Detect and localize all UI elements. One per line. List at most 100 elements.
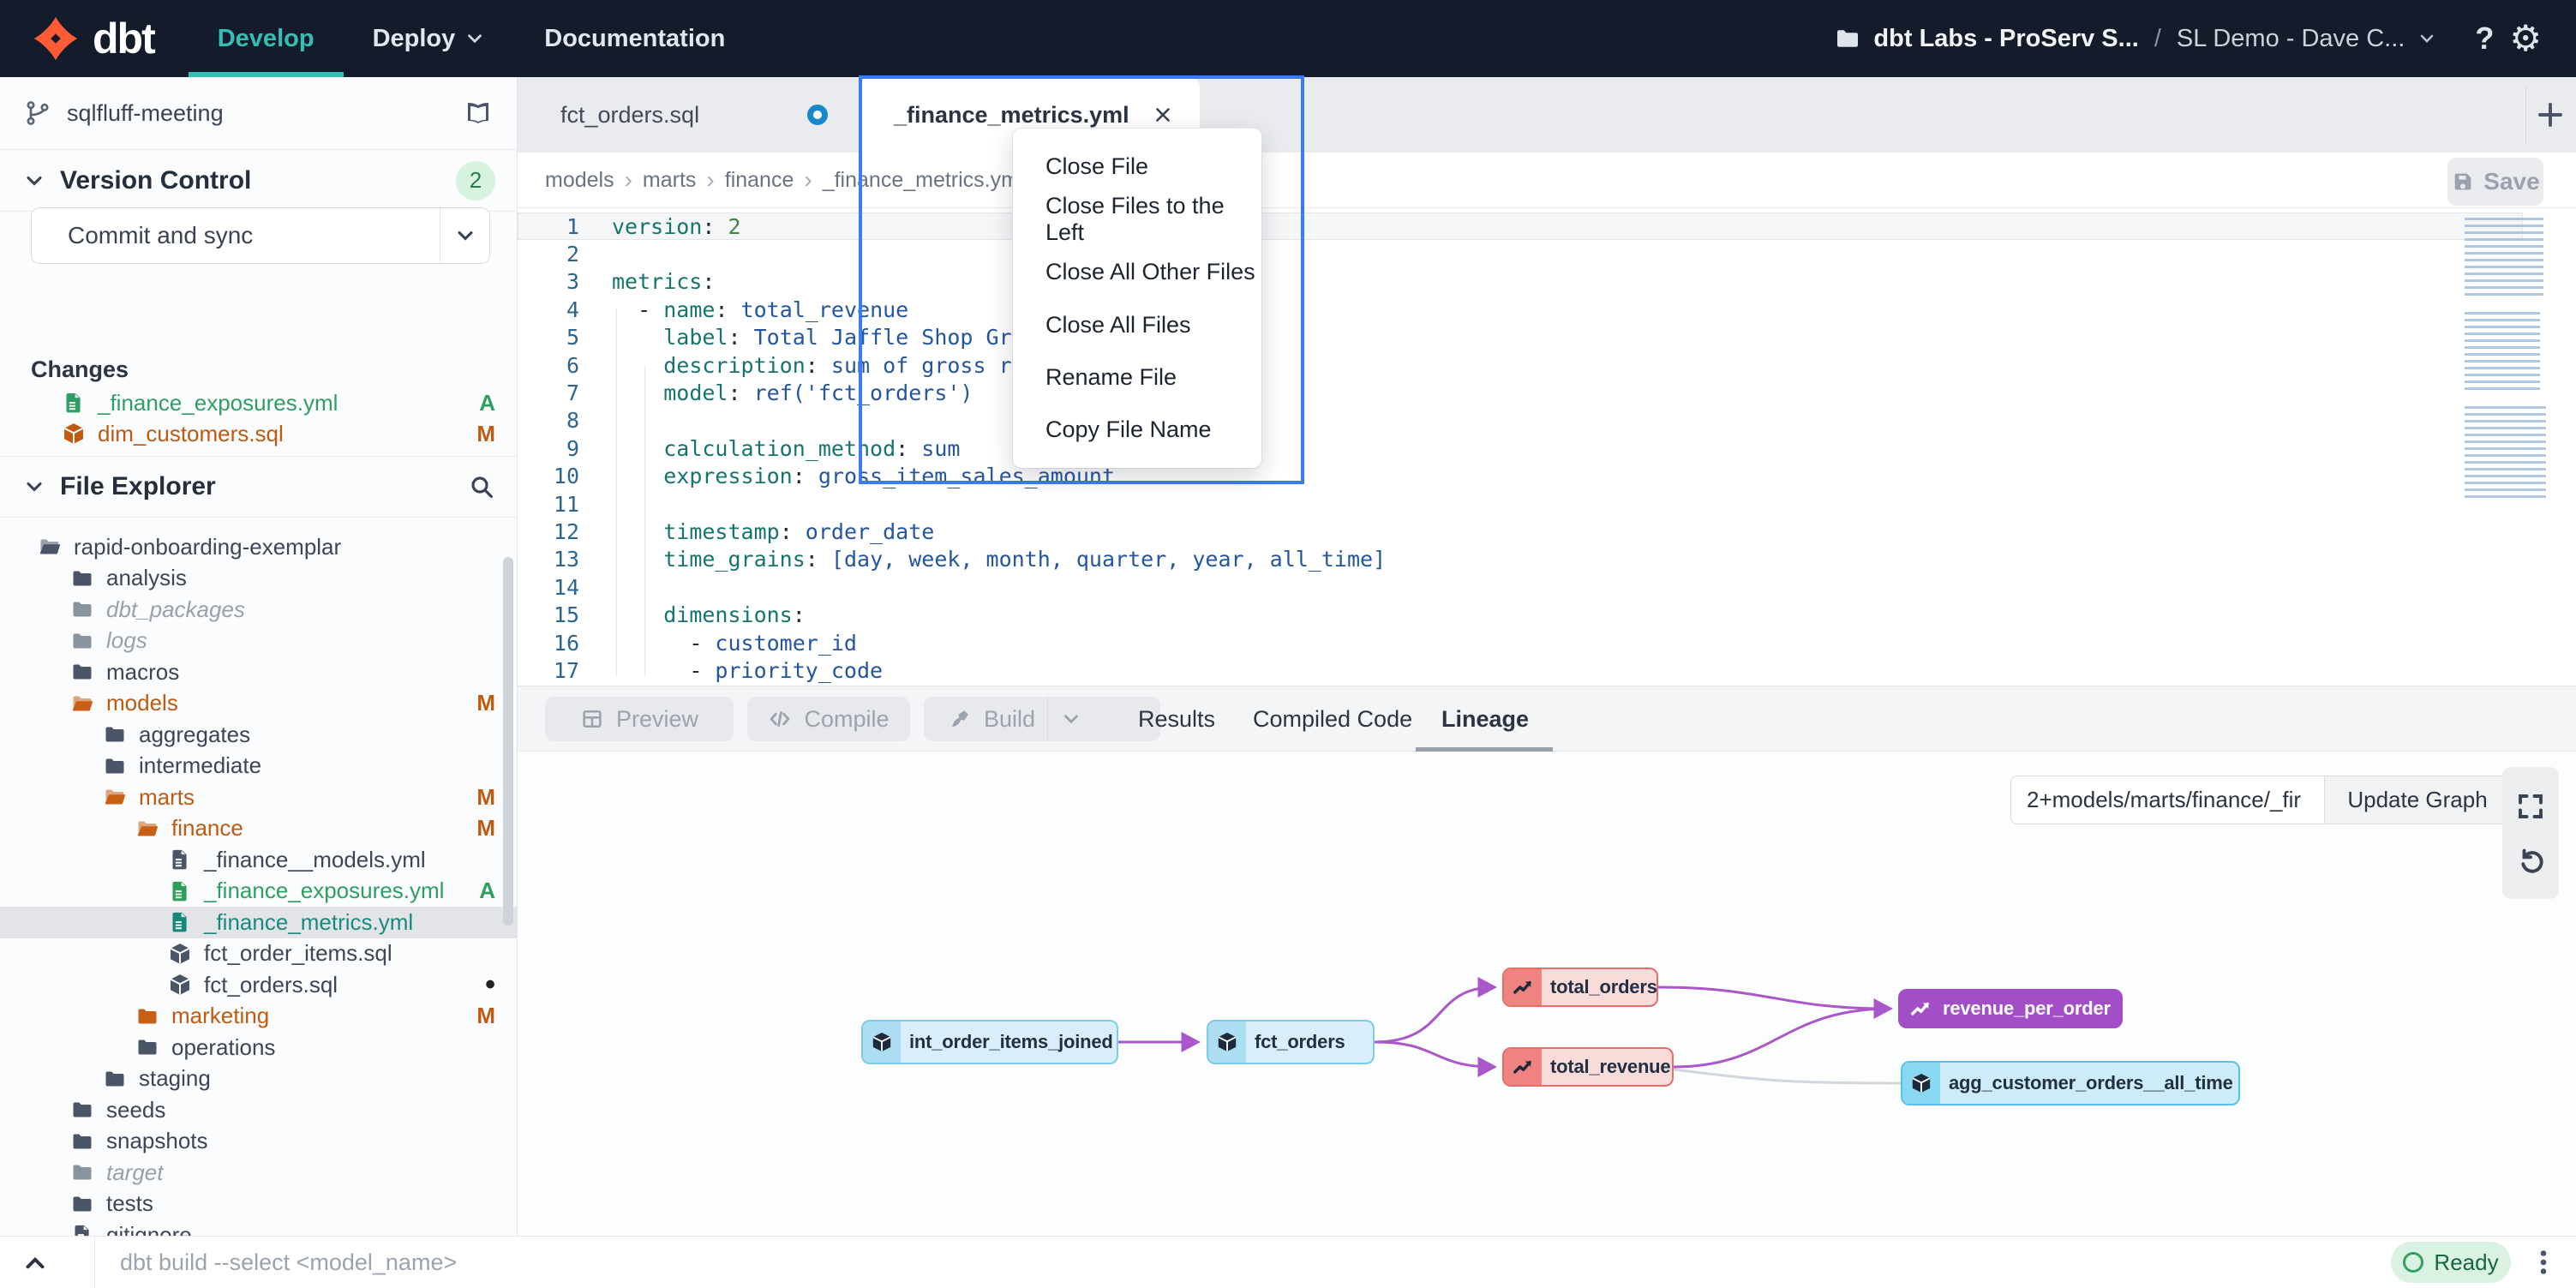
file-explorer-header[interactable]: File Explorer xyxy=(0,456,518,518)
change-row-finance-exposures-yml[interactable]: _finance_exposures.yml A xyxy=(0,387,518,418)
commit-options-caret[interactable] xyxy=(440,208,489,263)
breadcrumb-item[interactable]: marts xyxy=(643,168,697,193)
tree-item-finance-exposures-yml[interactable]: _finance_exposures.ymlA xyxy=(0,876,518,908)
code-line[interactable]: 16 - customer_id xyxy=(518,629,2576,656)
change-row-dim-customers-sql[interactable]: dim_customers.sql M xyxy=(0,418,518,449)
tree-item-marketing[interactable]: marketingM xyxy=(0,1001,518,1033)
nav-item-documentation[interactable]: Documentation xyxy=(515,0,754,77)
editor-panel: models› marts› finance› _finance_metrics… xyxy=(518,153,2576,686)
tree-item-finance-models-yml[interactable]: _finance__models.yml xyxy=(0,844,518,876)
tree-item-aggregates[interactable]: aggregates xyxy=(0,719,518,751)
nav-item-deploy[interactable]: Deploy xyxy=(344,0,516,77)
code-line[interactable]: 12 timestamp: order_date xyxy=(518,518,2576,545)
menu-item-copy-file-name[interactable]: Copy File Name xyxy=(1013,404,1261,456)
tree-item-tests[interactable]: tests xyxy=(0,1189,518,1220)
sidebar-scrollbar[interactable] xyxy=(503,557,513,926)
update-graph-button[interactable]: Update Graph xyxy=(2324,776,2511,824)
code-line[interactable]: 4 - name: total_revenue xyxy=(518,296,2576,323)
node-label: fct_orders xyxy=(1246,1021,1357,1063)
reset-view-icon[interactable] xyxy=(2515,845,2546,876)
tab-lineage[interactable]: Lineage xyxy=(1441,686,1529,752)
tree-item-fct-order-items-sql[interactable]: fct_order_items.sql xyxy=(0,938,518,970)
git-branch-row[interactable]: sqlfluff-meeting xyxy=(0,77,518,150)
code-line[interactable]: 5 label: Total Jaffle Shop Gross Re xyxy=(518,324,2576,351)
code-line[interactable]: 10 expression: gross_item_sales_amount xyxy=(518,463,2576,490)
dbt-logo[interactable]: dbt xyxy=(0,0,189,77)
tree-item-gitignore[interactable]: gitignore xyxy=(0,1219,518,1236)
commit-and-sync-button[interactable]: Commit and sync xyxy=(31,207,490,264)
tree-item-operations[interactable]: operations xyxy=(0,1032,518,1063)
code-line[interactable]: 11 xyxy=(518,490,2576,518)
tree-item-models[interactable]: modelsM xyxy=(0,688,518,720)
chevron-down-icon xyxy=(22,475,46,499)
breadcrumb-item[interactable]: _finance_metrics.yml xyxy=(823,168,1024,193)
lineage-filter-input[interactable] xyxy=(2010,776,2324,824)
code-line[interactable]: 17 - priority_code xyxy=(518,656,2576,684)
tree-item-finance-metrics-yml[interactable]: _finance_metrics.yml xyxy=(0,907,518,938)
tree-item-rapid-onboarding-exemplar[interactable]: rapid-onboarding-exemplar xyxy=(0,531,518,563)
code-line[interactable]: 13 time_grains: [day, week, month, quart… xyxy=(518,546,2576,573)
tree-item-snapshots[interactable]: snapshots xyxy=(0,1126,518,1158)
docs-book-icon[interactable] xyxy=(463,98,494,129)
tree-item-fct-orders-sql[interactable]: fct_orders.sql• xyxy=(0,969,518,1001)
tree-item-finance[interactable]: financeM xyxy=(0,813,518,845)
menu-item-close-all-other-files[interactable]: Close All Other Files xyxy=(1013,246,1261,298)
lineage-node-revenue-per-order[interactable]: revenue_per_order xyxy=(1898,989,2123,1028)
menu-item-rename-file[interactable]: Rename File xyxy=(1013,351,1261,404)
save-button[interactable]: Save xyxy=(2447,158,2543,206)
tab-fct-orders-sql[interactable]: fct_orders.sql xyxy=(531,77,857,153)
fullscreen-icon[interactable] xyxy=(2515,791,2546,822)
git-status-badge: M xyxy=(476,815,495,842)
breadcrumb-item[interactable]: models xyxy=(545,168,614,193)
tree-item-staging[interactable]: staging xyxy=(0,1063,518,1095)
tree-item-marts[interactable]: martsM xyxy=(0,782,518,813)
menu-item-close-all-files[interactable]: Close All Files xyxy=(1013,298,1261,350)
lineage-node-int-order-items-joined[interactable]: int_order_items_joined xyxy=(861,1020,1118,1064)
chevron-down-icon xyxy=(2417,28,2437,49)
code-line[interactable]: 9 calculation_method: sum xyxy=(518,434,2576,462)
tree-item-intermediate[interactable]: intermediate xyxy=(0,751,518,782)
build-options-caret[interactable] xyxy=(1047,697,1093,741)
account-switcher[interactable]: dbt Labs - ProServ S... / SL Demo - Dave… xyxy=(1834,25,2437,53)
close-icon[interactable] xyxy=(1152,104,1174,126)
tree-item-logs[interactable]: logs xyxy=(0,626,518,657)
code-editor[interactable]: 1version: 223metrics:4 - name: total_rev… xyxy=(518,213,2576,686)
chevron-up-icon[interactable] xyxy=(21,1249,50,1278)
settings-gear-icon[interactable]: ⚙ xyxy=(2509,21,2542,57)
compile-button[interactable]: Compile xyxy=(747,697,910,741)
version-control-header[interactable]: Version Control 2 xyxy=(0,150,518,212)
help-icon[interactable]: ? xyxy=(2475,21,2494,57)
nav-item-develop[interactable]: Develop xyxy=(189,0,344,77)
tab-compiled-code[interactable]: Compiled Code xyxy=(1253,686,1412,752)
tree-item-dbt-packages[interactable]: dbt_packages xyxy=(0,594,518,626)
tree-item-analysis[interactable]: analysis xyxy=(0,563,518,595)
search-icon[interactable] xyxy=(468,473,495,500)
tree-item-target[interactable]: target xyxy=(0,1157,518,1189)
breadcrumb-item[interactable]: finance xyxy=(725,168,794,193)
menu-item-close-file[interactable]: Close File xyxy=(1013,141,1261,193)
code-line[interactable]: 6 description: sum of gross revenue xyxy=(518,351,2576,379)
lineage-node-total-revenue[interactable]: total_revenue xyxy=(1502,1047,1674,1087)
code-line[interactable]: 14 xyxy=(518,573,2576,601)
tree-item-seeds[interactable]: seeds xyxy=(0,1094,518,1126)
menu-item-close-files-to-the-left[interactable]: Close Files to the Left xyxy=(1013,193,1261,246)
tab-results[interactable]: Results xyxy=(1138,686,1215,752)
code-line[interactable]: 1version: 2 xyxy=(518,213,2523,240)
preview-button[interactable]: Preview xyxy=(545,697,734,741)
code-line[interactable]: 2 xyxy=(518,240,2576,267)
tree-item-label: models xyxy=(106,690,178,716)
code-line[interactable]: 15 dimensions: xyxy=(518,601,2576,628)
folder-icon xyxy=(135,1035,159,1059)
code-line[interactable]: 3metrics: xyxy=(518,268,2576,296)
lineage-node-total-orders[interactable]: total_orders xyxy=(1502,967,1658,1007)
kebab-menu-icon[interactable] xyxy=(2528,1247,2559,1278)
lineage-node-fct-orders[interactable]: fct_orders xyxy=(1207,1020,1375,1064)
tree-item-macros[interactable]: macros xyxy=(0,656,518,688)
code-line[interactable]: 7 model: ref('fct_orders') xyxy=(518,379,2576,406)
build-button[interactable]: Build xyxy=(924,697,1160,741)
code-line[interactable]: 8 xyxy=(518,407,2576,434)
minimap[interactable] xyxy=(2465,218,2547,512)
new-tab-plus-icon[interactable] xyxy=(2535,99,2566,130)
lineage-node-agg-customer-orders-all-time[interactable]: agg_customer_orders__all_time xyxy=(1901,1061,2240,1105)
dbt-command-input[interactable] xyxy=(120,1237,2262,1288)
